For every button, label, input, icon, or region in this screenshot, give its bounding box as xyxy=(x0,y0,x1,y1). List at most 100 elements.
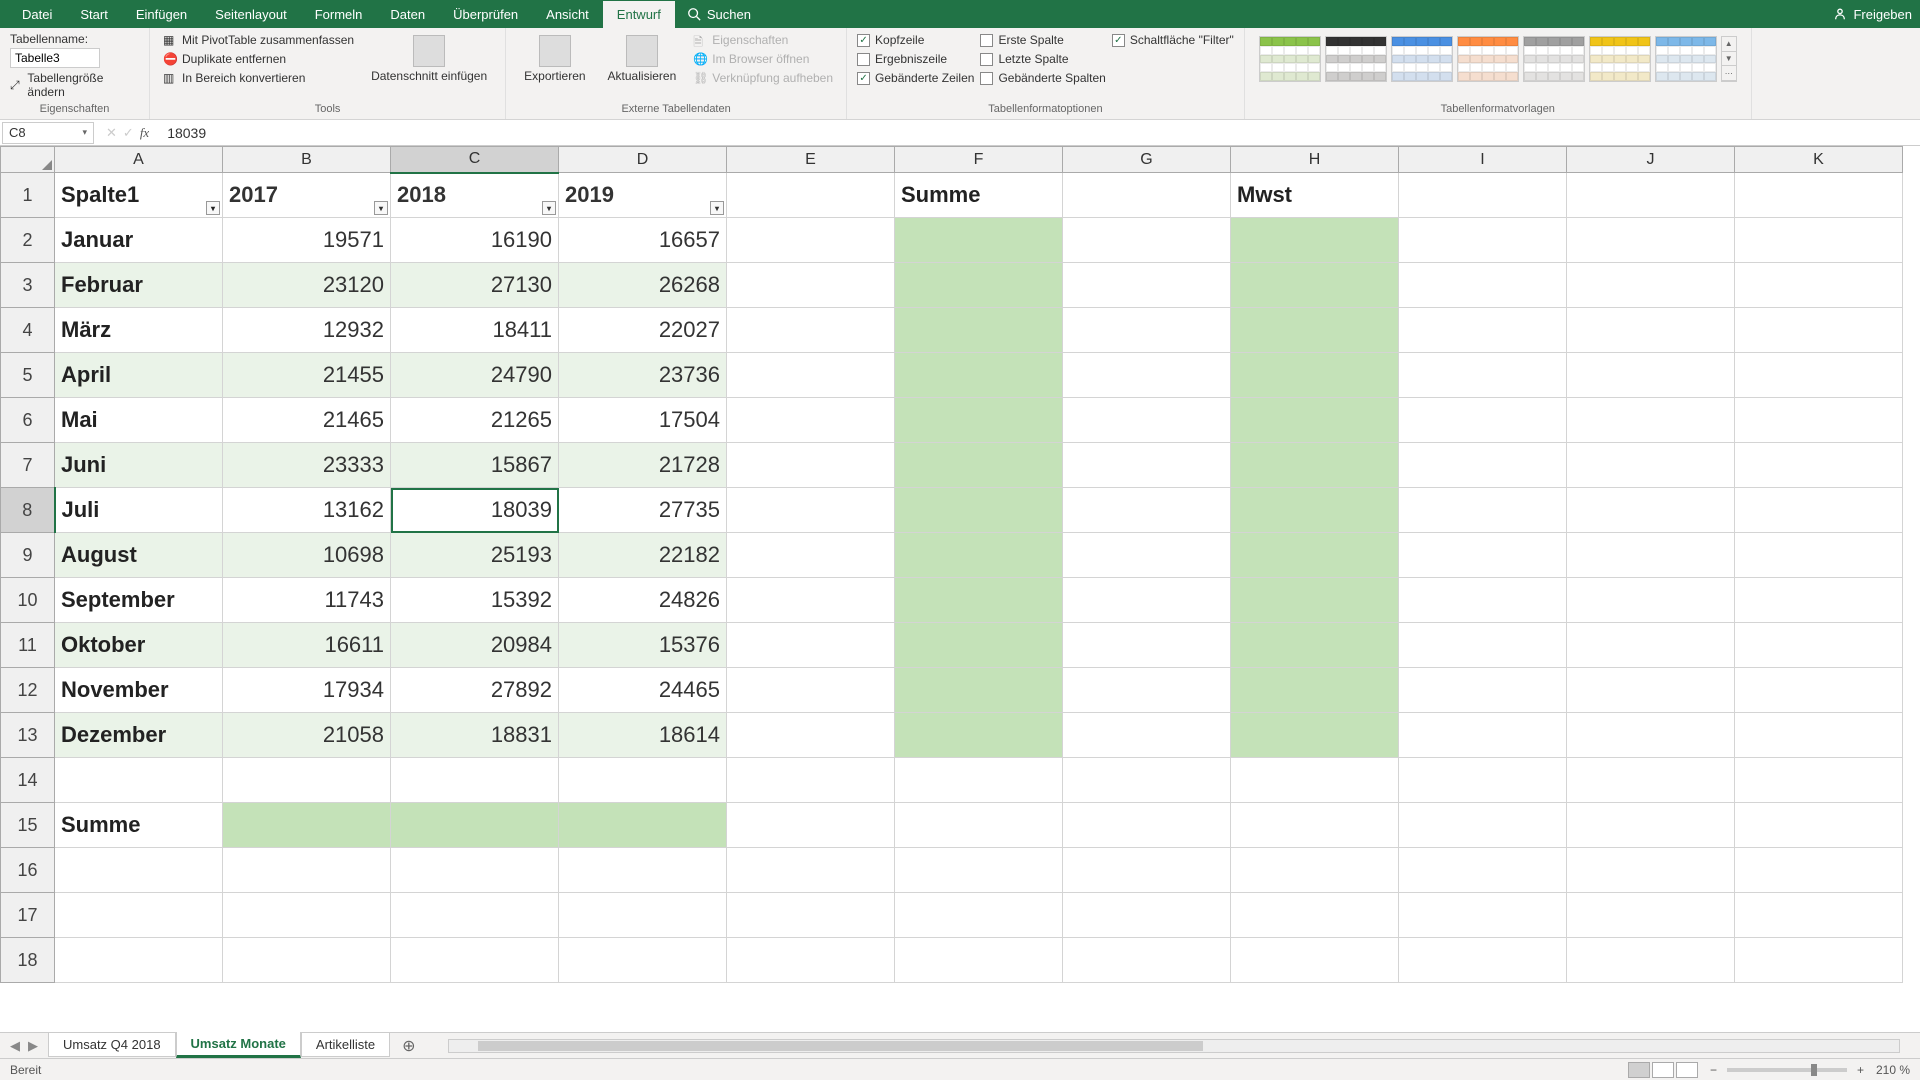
cell-A11[interactable]: Oktober xyxy=(55,623,223,668)
cell-B14[interactable] xyxy=(223,758,391,803)
style-thumb[interactable] xyxy=(1589,36,1651,82)
cell-I14[interactable] xyxy=(1399,758,1567,803)
cell-H12[interactable] xyxy=(1231,668,1399,713)
col-header-H[interactable]: H xyxy=(1231,147,1399,173)
cell-G2[interactable] xyxy=(1063,218,1231,263)
cell-G10[interactable] xyxy=(1063,578,1231,623)
style-thumb[interactable] xyxy=(1655,36,1717,82)
cell-E6[interactable] xyxy=(727,398,895,443)
cell-D13[interactable]: 18614 xyxy=(559,713,727,758)
cell-B18[interactable] xyxy=(223,938,391,983)
check-banded-rows[interactable]: ✓Gebänderte Zeilen xyxy=(857,70,974,86)
cell-B11[interactable]: 16611 xyxy=(223,623,391,668)
cell-C13[interactable]: 18831 xyxy=(391,713,559,758)
row-header-8[interactable]: 8 xyxy=(1,488,55,533)
cell-E13[interactable] xyxy=(727,713,895,758)
name-box[interactable]: C8 xyxy=(2,122,94,144)
cell-F3[interactable] xyxy=(895,263,1063,308)
cell-A3[interactable]: Februar xyxy=(55,263,223,308)
cell-J18[interactable] xyxy=(1567,938,1735,983)
cell-F9[interactable] xyxy=(895,533,1063,578)
col-header-A[interactable]: A xyxy=(55,147,223,173)
cell-I2[interactable] xyxy=(1399,218,1567,263)
style-thumb[interactable] xyxy=(1259,36,1321,82)
zoom-level[interactable]: 210 % xyxy=(1876,1063,1910,1077)
row-header-2[interactable]: 2 xyxy=(1,218,55,263)
cell-D15[interactable] xyxy=(559,803,727,848)
cell-I5[interactable] xyxy=(1399,353,1567,398)
cell-D7[interactable]: 21728 xyxy=(559,443,727,488)
cell-J4[interactable] xyxy=(1567,308,1735,353)
cell-G12[interactable] xyxy=(1063,668,1231,713)
share-button[interactable]: Freigeben xyxy=(1833,7,1912,22)
cell-D3[interactable]: 26268 xyxy=(559,263,727,308)
cell-K11[interactable] xyxy=(1735,623,1903,668)
cell-D10[interactable]: 24826 xyxy=(559,578,727,623)
style-thumb[interactable] xyxy=(1325,36,1387,82)
cell-I4[interactable] xyxy=(1399,308,1567,353)
cell-H1[interactable]: Mwst xyxy=(1231,173,1399,218)
cell-K1[interactable] xyxy=(1735,173,1903,218)
cell-G4[interactable] xyxy=(1063,308,1231,353)
convert-button[interactable]: ▥In Bereich konvertieren xyxy=(160,70,357,86)
row-header-16[interactable]: 16 xyxy=(1,848,55,893)
cell-D6[interactable]: 17504 xyxy=(559,398,727,443)
col-header-I[interactable]: I xyxy=(1399,147,1567,173)
cell-A12[interactable]: November xyxy=(55,668,223,713)
select-all-corner[interactable] xyxy=(1,147,55,173)
cell-J6[interactable] xyxy=(1567,398,1735,443)
cell-I6[interactable] xyxy=(1399,398,1567,443)
cell-D12[interactable]: 24465 xyxy=(559,668,727,713)
cell-K18[interactable] xyxy=(1735,938,1903,983)
cell-C11[interactable]: 20984 xyxy=(391,623,559,668)
row-header-6[interactable]: 6 xyxy=(1,398,55,443)
cell-F10[interactable] xyxy=(895,578,1063,623)
cell-H15[interactable] xyxy=(1231,803,1399,848)
row-header-11[interactable]: 11 xyxy=(1,623,55,668)
cell-E7[interactable] xyxy=(727,443,895,488)
cell-G17[interactable] xyxy=(1063,893,1231,938)
cell-D14[interactable] xyxy=(559,758,727,803)
col-header-E[interactable]: E xyxy=(727,147,895,173)
cell-K14[interactable] xyxy=(1735,758,1903,803)
cell-B13[interactable]: 21058 xyxy=(223,713,391,758)
tab-ansicht[interactable]: Ansicht xyxy=(532,1,603,28)
pivot-button[interactable]: ▦Mit PivotTable zusammenfassen xyxy=(160,32,357,48)
col-header-B[interactable]: B xyxy=(223,147,391,173)
cell-K3[interactable] xyxy=(1735,263,1903,308)
cell-F4[interactable] xyxy=(895,308,1063,353)
cell-C18[interactable] xyxy=(391,938,559,983)
cell-J10[interactable] xyxy=(1567,578,1735,623)
cell-K2[interactable] xyxy=(1735,218,1903,263)
cell-H6[interactable] xyxy=(1231,398,1399,443)
cell-G3[interactable] xyxy=(1063,263,1231,308)
cell-G9[interactable] xyxy=(1063,533,1231,578)
tab-start[interactable]: Start xyxy=(66,1,121,28)
gallery-more[interactable]: ▲▼⋯ xyxy=(1721,36,1737,82)
cell-H5[interactable] xyxy=(1231,353,1399,398)
cell-B6[interactable]: 21465 xyxy=(223,398,391,443)
check-header-row[interactable]: ✓Kopfzeile xyxy=(857,32,974,48)
cell-C12[interactable]: 27892 xyxy=(391,668,559,713)
cell-C16[interactable] xyxy=(391,848,559,893)
cell-A1[interactable]: Spalte1▾ xyxy=(55,173,223,218)
cell-E14[interactable] xyxy=(727,758,895,803)
cell-H7[interactable] xyxy=(1231,443,1399,488)
tab-daten[interactable]: Daten xyxy=(376,1,439,28)
tab-datei[interactable]: Datei xyxy=(8,1,66,28)
cell-C15[interactable] xyxy=(391,803,559,848)
cell-D11[interactable]: 15376 xyxy=(559,623,727,668)
check-first-col[interactable]: Erste Spalte xyxy=(980,32,1105,48)
cell-H11[interactable] xyxy=(1231,623,1399,668)
add-sheet-button[interactable]: ⊕ xyxy=(390,1036,427,1056)
col-header-D[interactable]: D xyxy=(559,147,727,173)
cell-F5[interactable] xyxy=(895,353,1063,398)
cell-I13[interactable] xyxy=(1399,713,1567,758)
cell-A5[interactable]: April xyxy=(55,353,223,398)
cell-G18[interactable] xyxy=(1063,938,1231,983)
check-banded-cols[interactable]: Gebänderte Spalten xyxy=(980,70,1105,86)
sheet-nav[interactable]: ◀▶ xyxy=(0,1038,48,1054)
cell-I11[interactable] xyxy=(1399,623,1567,668)
fx-icon[interactable]: fx xyxy=(140,125,149,141)
cell-E9[interactable] xyxy=(727,533,895,578)
